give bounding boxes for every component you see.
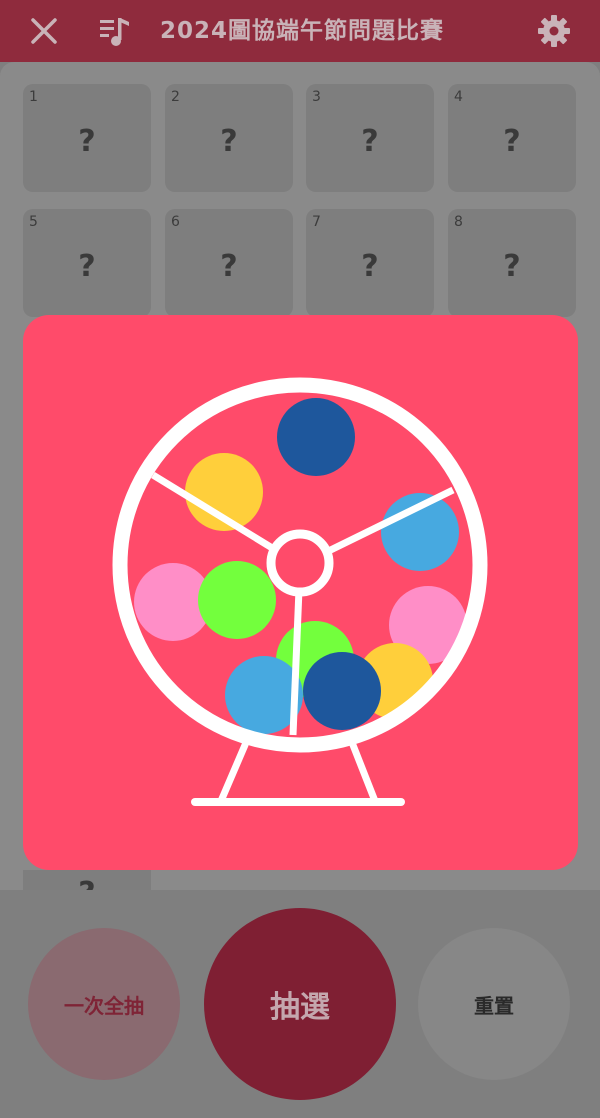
card-number: 8 [454, 214, 463, 230]
card-number: 1 [29, 89, 38, 105]
question-card-6[interactable]: 6 ? [165, 209, 293, 317]
card-number: 5 [29, 214, 38, 230]
question-card-1[interactable]: 1 ? [23, 84, 151, 192]
question-card-2[interactable]: 2 ? [165, 84, 293, 192]
draw-all-button[interactable]: 一次全抽 [28, 928, 180, 1080]
draw-button[interactable]: 抽選 [204, 908, 396, 1100]
question-card-3[interactable]: 3 ? [306, 84, 434, 192]
question-card-5[interactable]: 5 ? [23, 209, 151, 317]
card-number: 6 [171, 214, 180, 230]
top-bar: 2024圖協端午節問題比賽 [0, 0, 600, 62]
reset-button[interactable]: 重置 [418, 928, 570, 1080]
card-hidden-mark: ? [220, 249, 238, 284]
question-card-8[interactable]: 8 ? [448, 209, 576, 317]
card-number: 2 [171, 89, 180, 105]
page-title: 2024圖協端午節問題比賽 [160, 18, 445, 44]
question-card-7[interactable]: 7 ? [306, 209, 434, 317]
card-hidden-mark: ? [78, 249, 96, 284]
card-hidden-mark: ? [220, 124, 238, 159]
close-icon[interactable] [22, 0, 66, 62]
card-number: 3 [312, 89, 321, 105]
card-number: 7 [312, 214, 321, 230]
question-card-4[interactable]: 4 ? [448, 84, 576, 192]
lottery-wheel-overlay [23, 315, 578, 870]
card-hidden-mark: ? [503, 249, 521, 284]
card-number: 4 [454, 89, 463, 105]
card-hidden-mark: ? [503, 124, 521, 159]
card-hidden-mark: ? [361, 124, 379, 159]
card-hidden-mark: ? [361, 249, 379, 284]
lottery-wheel-illustration [112, 377, 488, 806]
gear-icon[interactable] [532, 0, 576, 62]
card-hidden-mark: ? [78, 124, 96, 159]
playlist-music-icon[interactable] [92, 0, 136, 62]
